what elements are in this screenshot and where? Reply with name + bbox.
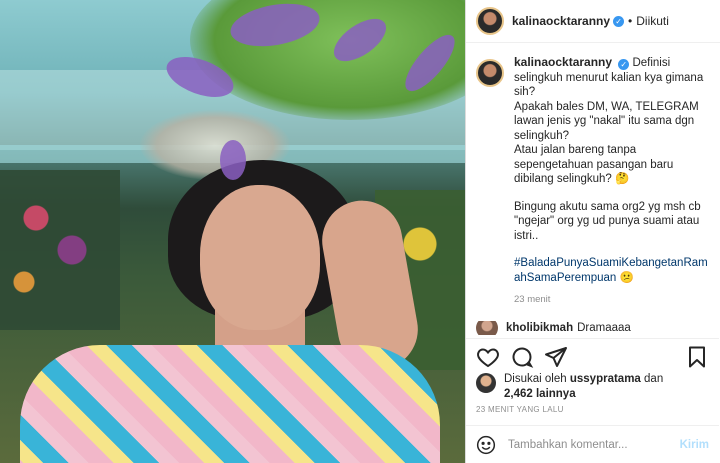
author-avatar[interactable] [476, 7, 504, 35]
liked-by-and: dan [644, 373, 664, 385]
post-date: 23 MENIT YANG LALU [476, 405, 564, 414]
photo-dress [20, 345, 440, 463]
caption-time: 23 menit [514, 294, 551, 305]
instagram-post-view: kalinaocktaranny ✓ • Diikuti kalinaockta… [0, 0, 720, 463]
hashtag-emoji: 😕 [619, 271, 634, 284]
commenter-avatar[interactable] [476, 321, 498, 335]
comment-input[interactable] [506, 437, 674, 452]
liked-by-prefix: Disukai oleh [504, 373, 567, 385]
post-side-panel: kalinaocktaranny ✓ • Diikuti kalinaockta… [465, 0, 720, 463]
caption-paragraph: Bingung akutu sama org2 yg msh cb "ngeja… [514, 200, 701, 242]
paper-plane-icon[interactable] [544, 345, 568, 369]
commenter-username[interactable]: kholibikmah [506, 322, 573, 334]
likes-count[interactable]: 2,462 lainnya [504, 388, 576, 400]
liked-by-user[interactable]: ussypratama [570, 373, 641, 385]
smiley-icon[interactable] [476, 435, 496, 455]
action-bar [466, 338, 719, 374]
liker-avatar[interactable] [476, 373, 496, 393]
send-comment-button[interactable]: Kirim [680, 439, 709, 451]
author-username[interactable]: kalinaocktaranny [512, 14, 610, 28]
verified-badge-icon: ✓ [613, 15, 625, 27]
caption-line: Atau jalan bareng tanpa sepengetahuan pa… [514, 144, 674, 185]
separator-dot: • [628, 14, 633, 28]
caption-username[interactable]: kalinaocktaranny [514, 55, 612, 69]
hashtag-link[interactable]: #BaladaPunyaSuamiKebangetanRamahSamaPere… [514, 257, 708, 284]
comment-row: kholibikmah Dramaaaa [476, 321, 711, 335]
photo-petal [220, 140, 246, 180]
caption-text: kalinaocktaranny ✓ Definisi selingkuh me… [514, 55, 709, 318]
follow-status-button[interactable]: Diikuti [636, 14, 669, 28]
photo-face [200, 185, 320, 330]
post-header: kalinaocktaranny ✓ • Diikuti [466, 0, 720, 43]
post-photo[interactable] [0, 0, 465, 463]
comment-text: Dramaaaa [577, 322, 631, 334]
likes-summary: Disukai oleh ussypratama dan 2,462 lainn… [476, 372, 711, 401]
add-comment-bar: Kirim [466, 425, 719, 463]
photo-flowers-left [0, 170, 120, 330]
likes-text: Disukai oleh ussypratama dan 2,462 lainn… [504, 372, 663, 401]
verified-badge-icon: ✓ [618, 59, 630, 70]
caption-author-avatar[interactable] [476, 59, 504, 87]
caption-block: kalinaocktaranny ✓ Definisi selingkuh me… [466, 55, 719, 318]
bookmark-icon[interactable] [685, 345, 709, 369]
comment-icon[interactable] [510, 345, 534, 369]
caption-line: Apakah bales DM, WA, TELEGRAM lawan jeni… [514, 100, 699, 142]
heart-icon[interactable] [476, 345, 500, 369]
